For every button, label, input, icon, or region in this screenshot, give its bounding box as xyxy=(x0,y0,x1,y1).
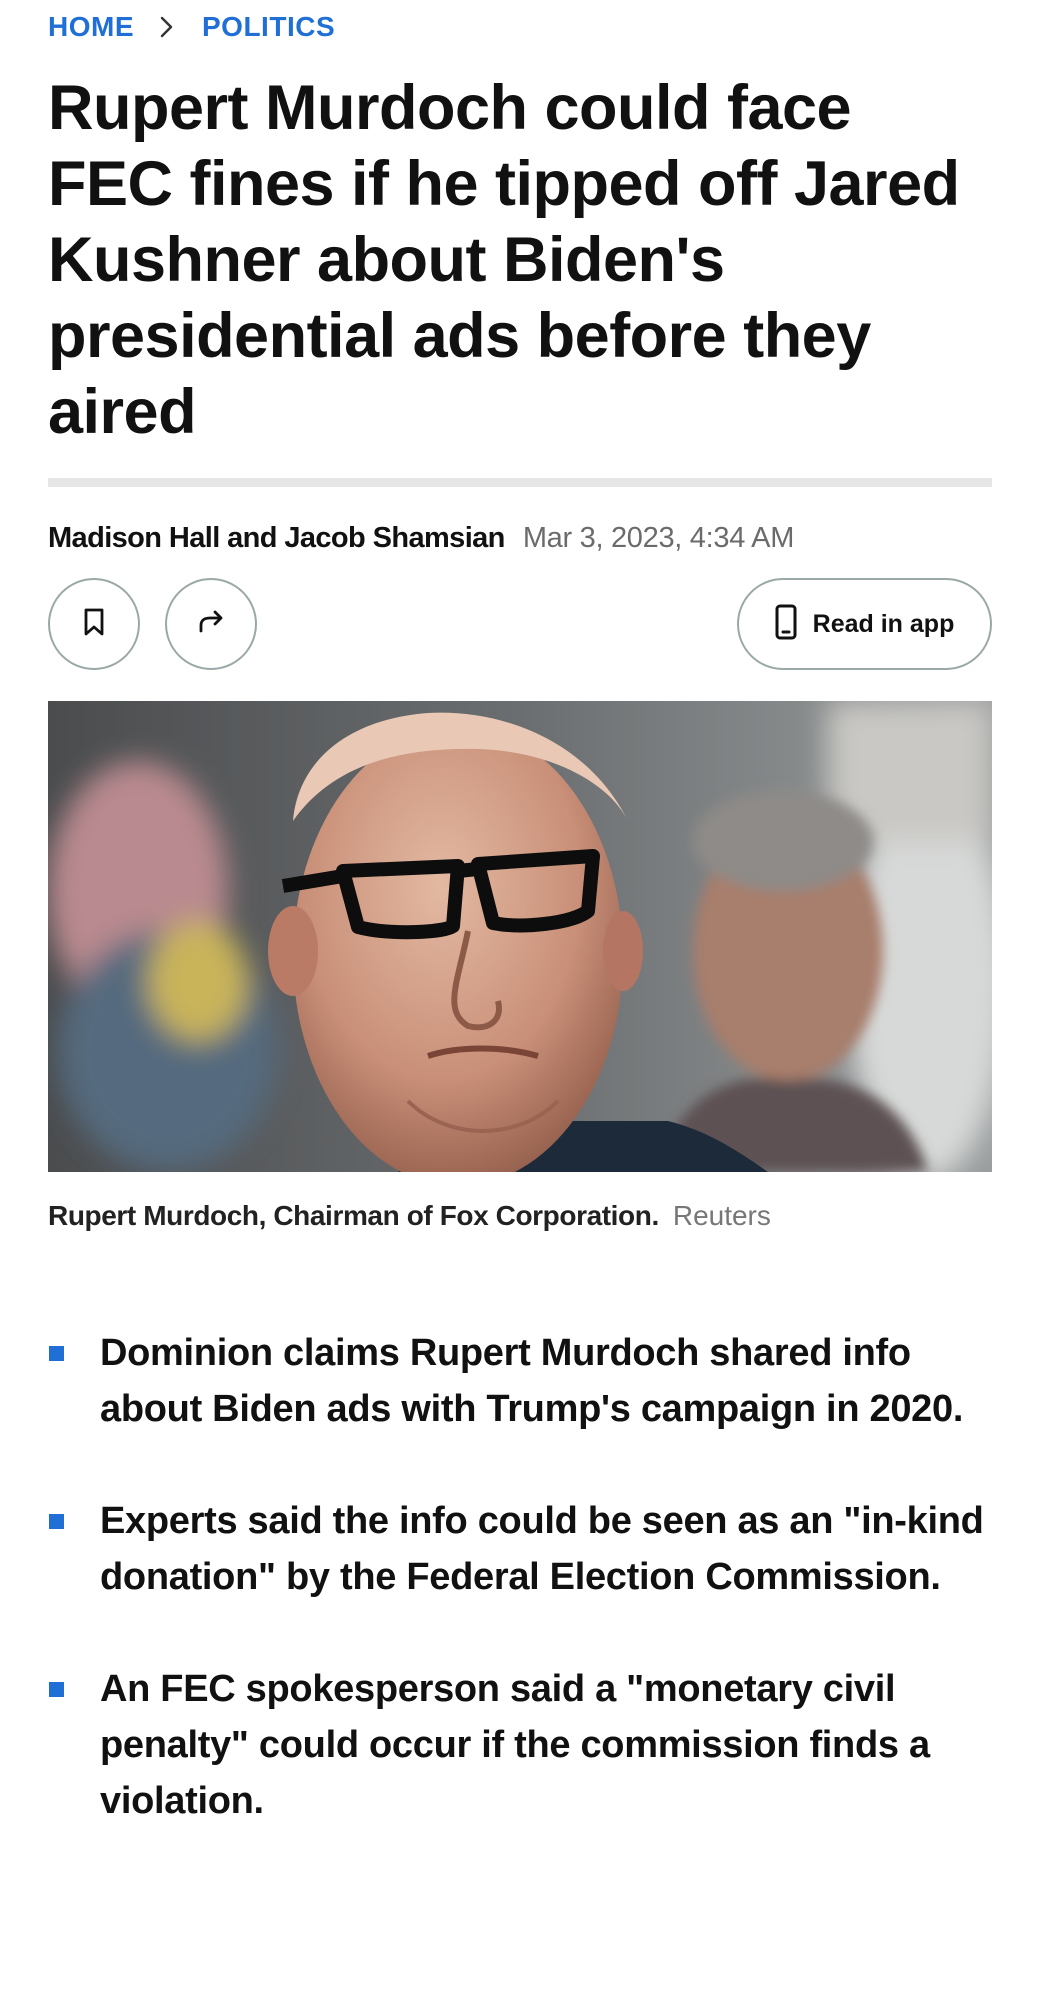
list-item: An FEC spokesperson said a "monetary civ… xyxy=(48,1661,992,1829)
breadcrumb-home-link[interactable]: HOME xyxy=(48,11,134,43)
read-in-app-label: Read in app xyxy=(812,609,955,638)
save-button[interactable] xyxy=(48,578,140,670)
bullet-square-icon xyxy=(49,1346,64,1361)
bullet-square-icon xyxy=(49,1514,64,1529)
phone-icon xyxy=(775,604,797,645)
publish-date: Mar 3, 2023, 4:34 AM xyxy=(522,522,795,554)
read-in-app-button[interactable]: Read in app xyxy=(737,578,992,670)
list-item: Dominion claims Rupert Murdoch shared in… xyxy=(48,1325,992,1437)
photo-credit: Reuters xyxy=(672,1200,771,1231)
key-points-list: Dominion claims Rupert Murdoch shared in… xyxy=(48,1325,992,1885)
list-item: Experts said the info could be seen as a… xyxy=(48,1493,992,1605)
key-point-text: Experts said the info could be seen as a… xyxy=(100,1500,984,1598)
key-point-text: Dominion claims Rupert Murdoch shared in… xyxy=(100,1332,964,1430)
breadcrumb: HOME POLITICS xyxy=(48,10,335,44)
headline-divider xyxy=(48,478,992,487)
byline: Madison Hall and Jacob Shamsian Mar 3, 2… xyxy=(48,522,794,555)
caption-text: Rupert Murdoch, Chairman of Fox Corporat… xyxy=(48,1200,659,1231)
share-arrow-icon xyxy=(196,609,226,640)
bookmark-icon xyxy=(81,607,107,642)
chevron-right-icon xyxy=(160,16,174,38)
breadcrumb-politics-link[interactable]: POLITICS xyxy=(202,11,335,43)
author-names[interactable]: Madison Hall and Jacob Shamsian xyxy=(48,522,505,555)
article-photo[interactable] xyxy=(48,701,992,1172)
article-headline: Rupert Murdoch could face FEC fines if h… xyxy=(48,73,960,447)
photo-caption: Rupert Murdoch, Chairman of Fox Corporat… xyxy=(48,1200,771,1232)
bullet-square-icon xyxy=(49,1682,64,1697)
key-point-text: An FEC spokesperson said a "monetary civ… xyxy=(100,1668,930,1822)
share-button[interactable] xyxy=(165,578,257,670)
